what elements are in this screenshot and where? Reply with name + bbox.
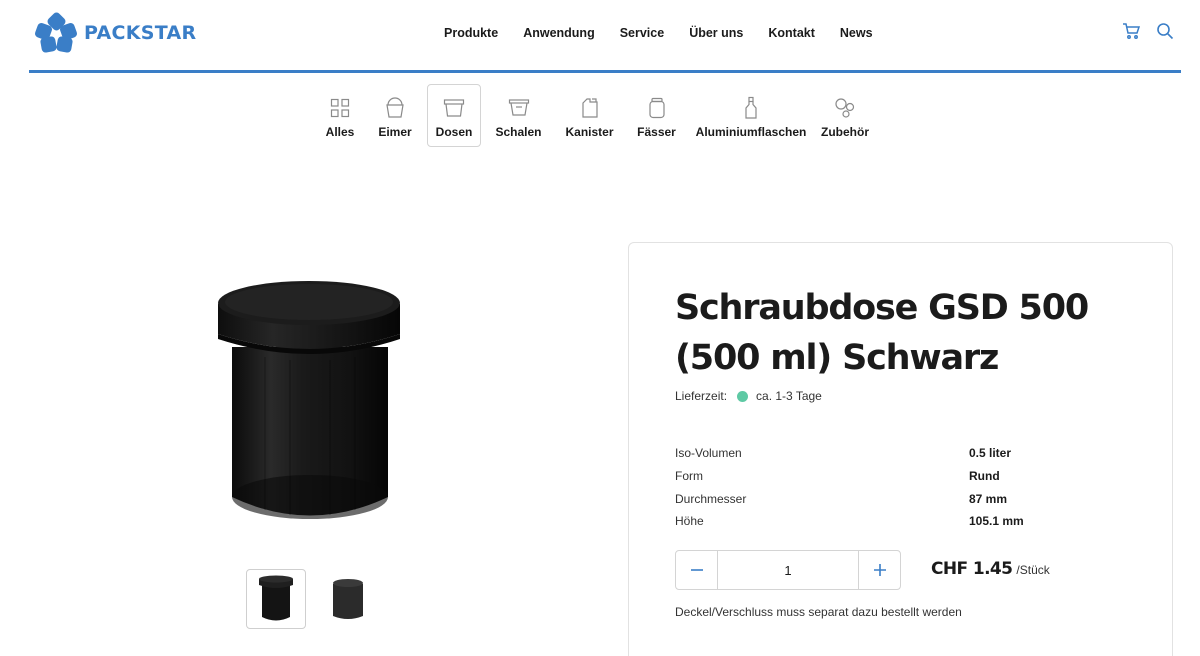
spec-row: Höhe 105.1 mm [675,510,1095,533]
accessories-icon [834,96,856,120]
category-label: Kanister [565,125,614,139]
category-label: Zubehör [821,125,869,139]
search-icon[interactable] [1156,22,1174,40]
product-title-line-2: (500 ml) Schwarz [675,338,999,378]
thumbnail-strip [246,569,378,629]
quantity-input[interactable] [718,551,858,589]
availability-dot-icon [737,390,749,402]
quantity-stepper [675,550,901,590]
plus-icon [873,564,886,576]
cart-icon[interactable] [1122,22,1140,40]
spec-table: Iso-Volumen 0.5 liter Form Rund Durchmes… [675,442,1095,533]
category-label: Dosen [435,125,473,139]
product-title: Schraubdose GSD 500 (500 ml) Schwarz [675,283,1115,383]
category-label: Fässer [637,125,676,139]
category-faesser[interactable]: Fässer [623,84,690,147]
category-bar: Alles Eimer Dosen Schalen Kanister Fässe… [317,84,878,147]
category-label: Schalen [495,125,542,139]
spec-value: 0.5 liter [969,446,1012,461]
category-kanister[interactable]: Kanister [556,84,623,147]
increase-quantity-button[interactable] [858,551,900,589]
spec-value: Rund [969,469,1000,484]
minus-icon [690,569,703,571]
thumbnail-jar-with-lid[interactable] [246,569,306,629]
bucket-icon [385,96,405,120]
brand-logo[interactable]: PACKSTAR [33,10,197,54]
nav-produkte[interactable]: Produkte [444,26,498,40]
grid-icon [330,96,350,120]
packstar-logo-icon [33,10,79,54]
nav-news[interactable]: News [840,26,873,40]
product-main-image[interactable] [210,272,410,527]
category-eimer[interactable]: Eimer [363,84,427,147]
delivery-value: ca. 1-3 Tage [756,389,822,403]
brand-name: PACKSTAR [84,22,197,44]
tray-icon [508,96,530,120]
delivery-info: Lieferzeit: ca. 1-3 Tage [675,389,822,403]
main-nav: Produkte Anwendung Service Über uns Kont… [444,26,898,40]
spec-value: 105.1 mm [969,514,1024,529]
thumbnail-jar-body[interactable] [318,569,378,629]
canister-icon [581,96,599,120]
spec-key: Iso-Volumen [675,446,742,461]
nav-ueber-uns[interactable]: Über uns [689,26,743,40]
spec-key: Form [675,469,703,484]
spec-row: Iso-Volumen 0.5 liter [675,442,1095,465]
category-alles[interactable]: Alles [317,84,363,147]
delivery-label: Lieferzeit: [675,389,728,403]
jar-icon [443,96,465,120]
site-header: PACKSTAR Produkte Anwendung Service Über… [0,0,1200,73]
price-unit: /Stück [1016,563,1050,577]
nav-kontakt[interactable]: Kontakt [768,26,815,40]
header-actions [1122,22,1174,40]
spec-key: Durchmesser [675,491,747,506]
barrel-icon [648,96,666,120]
category-zubehoer[interactable]: Zubehör [812,84,878,147]
category-schalen[interactable]: Schalen [481,84,556,147]
nav-anwendung[interactable]: Anwendung [523,26,595,40]
category-aluminiumflaschen[interactable]: Aluminiumflaschen [690,84,812,147]
lid-note: Deckel/Verschluss muss separat dazu best… [675,605,962,619]
price-amount: CHF 1.45 [931,559,1013,579]
product-title-line-1: Schraubdose GSD 500 [675,288,1089,328]
product-info-panel: Schraubdose GSD 500 (500 ml) Schwarz Lie… [628,242,1173,656]
spec-value: 87 mm [969,491,1008,506]
nav-service[interactable]: Service [620,26,664,40]
price: CHF 1.45 /Stück [931,559,1050,579]
category-label: Aluminiumflaschen [695,125,807,139]
spec-key: Höhe [675,514,704,529]
category-label: Eimer [378,125,412,139]
header-divider [29,70,1181,73]
spec-row: Durchmesser 87 mm [675,487,1095,510]
decrease-quantity-button[interactable] [676,551,718,589]
category-dosen[interactable]: Dosen [427,84,481,147]
category-label: Alles [325,125,355,139]
spec-row: Form Rund [675,465,1095,488]
bottle-icon [743,96,759,120]
